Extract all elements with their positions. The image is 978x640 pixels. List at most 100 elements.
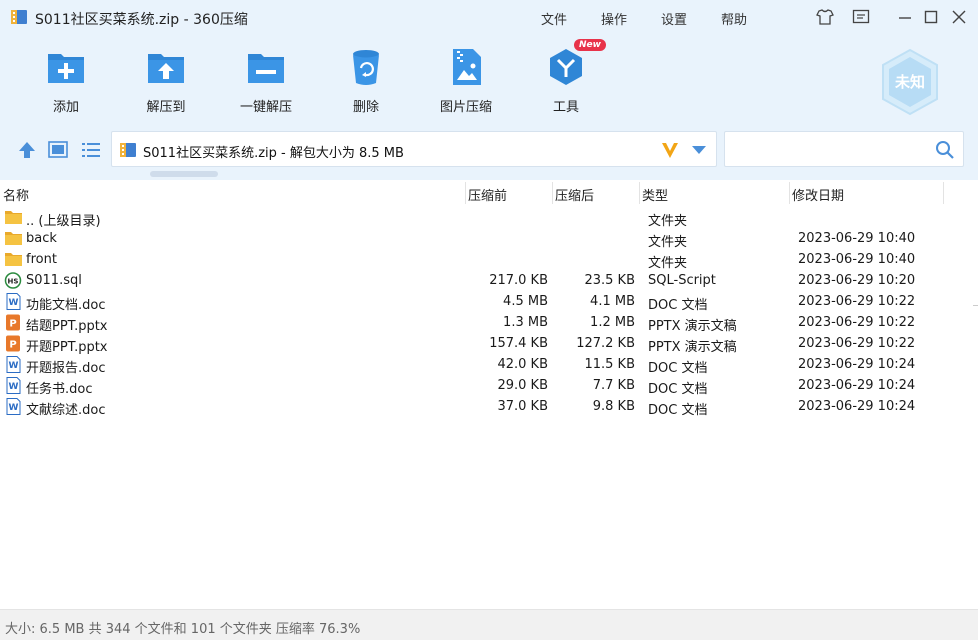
svg-text:P: P — [9, 340, 16, 351]
svg-text:W: W — [9, 382, 19, 392]
svg-text:W: W — [9, 403, 19, 413]
thumbnail-view-icon[interactable] — [47, 139, 69, 161]
file-name: S011.sql — [26, 273, 82, 288]
one-click-extract-button[interactable]: 一键解压 — [226, 46, 306, 115]
file-size: 1.3 MB — [503, 315, 548, 330]
file-list: .. (上级目录) 文件夹 back 文件夹 2023-06-29 10:40 front… — [0, 207, 978, 418]
table-row[interactable]: W 开题报告.doc 42.0 KB 11.5 KB DOC 文档 2023-06-29 … — [0, 354, 978, 376]
tools-label: 工具 — [552, 100, 579, 115]
new-badge: New — [574, 39, 606, 51]
up-arrow-icon[interactable] — [16, 139, 38, 161]
feedback-icon[interactable] — [850, 6, 872, 28]
word-doc-icon: W — [4, 356, 23, 373]
file-name: 文献综述.doc — [26, 403, 106, 418]
file-modified: 2023-06-29 10:40 — [798, 231, 916, 246]
column-divider[interactable] — [789, 182, 790, 204]
file-name: front — [26, 252, 57, 267]
status-badge[interactable]: 未知 — [880, 48, 940, 116]
close-icon[interactable] — [948, 6, 970, 28]
column-modified[interactable]: 修改日期 — [792, 185, 844, 204]
file-modified: 2023-06-29 10:24 — [798, 378, 916, 393]
minimize-icon[interactable] — [894, 6, 916, 28]
svg-text:W: W — [9, 361, 19, 371]
column-size[interactable]: 压缩前 — [468, 185, 507, 204]
table-row[interactable]: back 文件夹 2023-06-29 10:40 — [0, 228, 978, 250]
maximize-icon[interactable] — [920, 6, 942, 28]
column-divider[interactable] — [943, 182, 944, 204]
title-bar: S011社区买菜系统.zip - 360压缩 文件 操作 设置 帮助 — [0, 0, 978, 34]
menu-file[interactable]: 文件 — [541, 9, 567, 28]
extract-folder-icon — [148, 54, 184, 83]
table-row[interactable]: .. (上级目录) 文件夹 — [0, 207, 978, 229]
one-click-extract-label: 一键解压 — [239, 100, 292, 115]
divider — [973, 305, 978, 306]
chevron-down-icon[interactable] — [692, 146, 706, 154]
file-size: 4.5 MB — [503, 294, 548, 309]
file-name: 任务书.doc — [26, 382, 93, 397]
file-modified: 2023-06-29 10:24 — [798, 357, 916, 372]
table-row[interactable]: P 结题PPT.pptx 1.3 MB 1.2 MB PPTX 演示文稿 2023-06-… — [0, 312, 978, 334]
file-name: back — [26, 231, 57, 246]
file-type: DOC 文档 — [648, 361, 708, 376]
svg-text:W: W — [9, 298, 19, 308]
folder-icon — [4, 209, 23, 226]
file-type: DOC 文档 — [648, 403, 708, 418]
menu-settings[interactable]: 设置 — [661, 9, 687, 28]
verified-v-icon[interactable] — [660, 140, 680, 160]
file-modified: 2023-06-29 10:20 — [798, 273, 916, 288]
image-compress-icon — [453, 49, 481, 85]
table-row[interactable]: P 开题PPT.pptx 157.4 KB 127.2 KB PPTX 演示文稿 2023… — [0, 333, 978, 355]
menu-help[interactable]: 帮助 — [721, 9, 747, 28]
status-bar: 大小: 6.5 MB 共 344 个文件和 101 个文件夹 压缩率 76.3% — [0, 609, 978, 640]
scrollbar-handle[interactable] — [150, 171, 218, 177]
column-name[interactable]: 名称 — [3, 185, 29, 204]
table-row[interactable]: HS S011.sql 217.0 KB 23.5 KB SQL-Script 2023-… — [0, 270, 978, 291]
table-row[interactable]: W 功能文档.doc 4.5 MB 4.1 MB DOC 文档 2023-06-29 10… — [0, 291, 978, 313]
svg-text:P: P — [9, 319, 16, 330]
file-name: 开题报告.doc — [26, 361, 106, 376]
column-divider[interactable] — [552, 182, 553, 204]
menu-operate[interactable]: 操作 — [601, 9, 627, 28]
top-panel: S011社区买菜系统.zip - 360压缩 文件 操作 设置 帮助 添加 解压… — [0, 0, 978, 180]
file-type: SQL-Script — [648, 273, 716, 288]
folder-icon — [4, 230, 23, 247]
list-view-icon[interactable] — [80, 139, 102, 161]
word-doc-icon: W — [4, 398, 23, 415]
image-compress-label: 图片压缩 — [439, 100, 492, 115]
file-size: 37.0 KB — [497, 399, 548, 414]
one-click-extract-icon — [248, 54, 284, 83]
search-input[interactable] — [724, 131, 964, 167]
file-size: 42.0 KB — [497, 357, 548, 372]
skin-shirt-icon[interactable] — [814, 6, 836, 28]
file-type: PPTX 演示文稿 — [648, 340, 737, 355]
file-compressed-size: 23.5 KB — [584, 273, 635, 288]
address-bar[interactable]: S011社区买菜系统.zip - 解包大小为 8.5 MB — [111, 131, 717, 167]
column-header: 名称 压缩前 压缩后 类型 修改日期 — [0, 180, 978, 204]
table-row[interactable]: W 任务书.doc 29.0 KB 7.7 KB DOC 文档 2023-06-29 10… — [0, 375, 978, 397]
column-divider[interactable] — [639, 182, 640, 204]
add-button[interactable]: 添加 — [26, 46, 106, 115]
column-type[interactable]: 类型 — [642, 185, 668, 204]
delete-button[interactable]: 删除 — [326, 46, 406, 115]
file-name: 功能文档.doc — [26, 298, 106, 313]
column-divider[interactable] — [465, 182, 466, 204]
image-compress-button[interactable]: 图片压缩 — [426, 46, 506, 115]
folder-icon — [4, 251, 23, 268]
file-type: DOC 文档 — [648, 298, 708, 313]
file-size: 29.0 KB — [497, 378, 548, 393]
file-name: 开题PPT.pptx — [26, 340, 108, 355]
extract-to-button[interactable]: 解压到 — [126, 46, 206, 115]
file-type: 文件夹 — [648, 256, 688, 271]
table-row[interactable]: front 文件夹 2023-06-29 10:40 — [0, 249, 978, 271]
file-name: 结题PPT.pptx — [26, 319, 108, 334]
file-name: .. (上级目录) — [26, 214, 101, 229]
column-compressed[interactable]: 压缩后 — [555, 185, 594, 204]
sql-file-icon: HS — [4, 272, 23, 289]
address-path: S011社区买菜系统.zip - 解包大小为 8.5 MB — [143, 146, 404, 161]
table-row[interactable]: W 文献综述.doc 37.0 KB 9.8 KB DOC 文档 2023-06-29 1… — [0, 396, 978, 418]
search-icon[interactable] — [935, 140, 955, 160]
window-title: S011社区买菜系统.zip - 360压缩 — [35, 12, 248, 28]
file-size: 157.4 KB — [489, 336, 548, 351]
file-modified: 2023-06-29 10:22 — [798, 294, 916, 309]
tools-button[interactable]: New 工具 — [526, 39, 606, 115]
